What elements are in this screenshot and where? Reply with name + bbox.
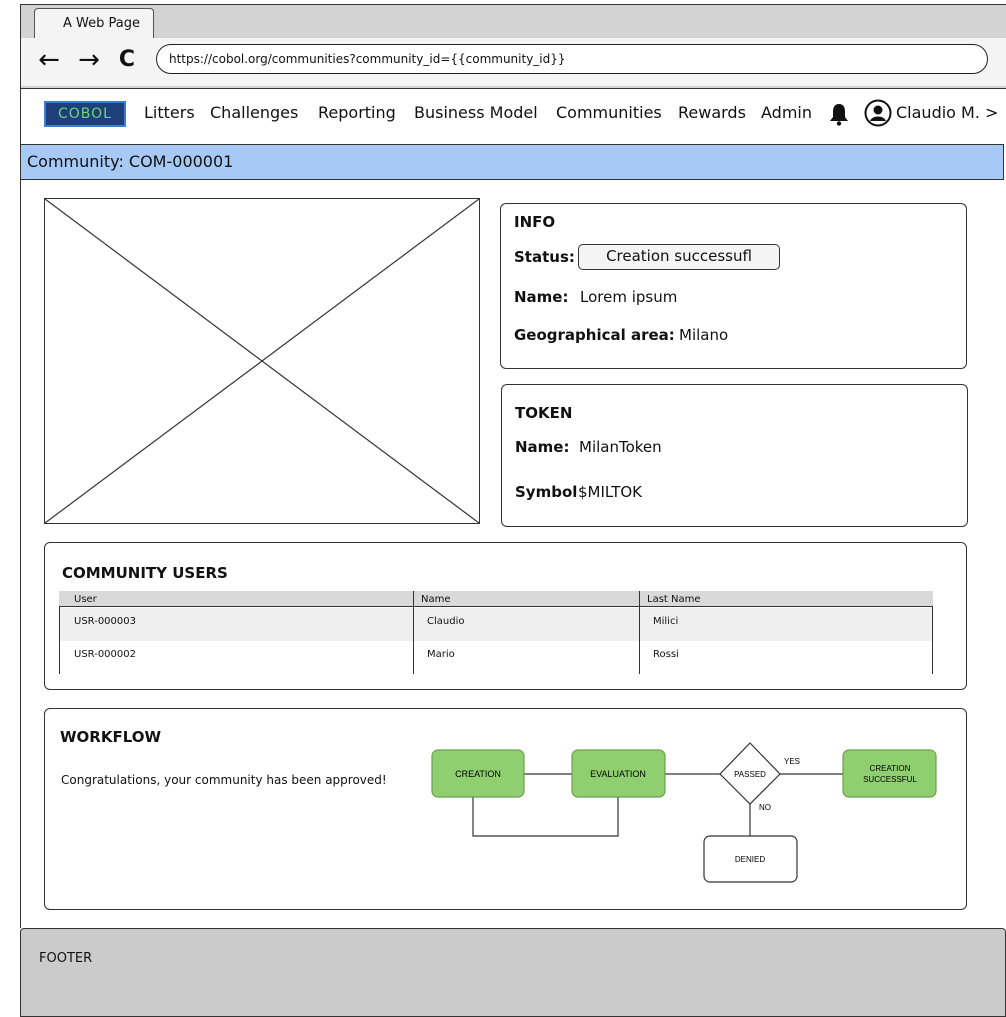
cell-user: USR-000002 xyxy=(74,649,136,660)
nav-communities[interactable]: Communities xyxy=(556,103,662,122)
url-field[interactable]: https://cobol.org/communities?community_… xyxy=(156,44,988,74)
column-divider xyxy=(639,591,640,674)
column-header-name[interactable]: Name xyxy=(421,594,451,605)
cell-user: USR-000003 xyxy=(74,616,136,627)
cell-name: Mario xyxy=(427,649,455,660)
node-evaluation-label: EVALUATION xyxy=(590,769,646,779)
reload-button[interactable]: C xyxy=(114,46,140,76)
node-passed-label: PASSED xyxy=(734,770,766,779)
nav-challenges[interactable]: Challenges xyxy=(210,103,298,122)
back-button[interactable]: ← xyxy=(36,46,62,76)
column-divider xyxy=(413,591,414,674)
info-panel xyxy=(500,203,967,369)
browser-tab[interactable]: A Web Page xyxy=(34,8,154,38)
node-denied-label: DENIED xyxy=(735,855,765,864)
community-image-placeholder xyxy=(44,198,480,524)
area-label: Geographical area: xyxy=(514,326,675,344)
token-name-label: Name: xyxy=(515,438,570,456)
footer: FOOTER xyxy=(20,928,1006,1017)
node-success-label-1: CREATION xyxy=(870,764,911,773)
users-table-header xyxy=(59,591,933,607)
name-label: Name: xyxy=(514,288,569,306)
forward-button[interactable]: → xyxy=(76,46,102,76)
info-heading: INFO xyxy=(514,213,556,231)
table-row[interactable]: USR-000002 Mario Rossi xyxy=(60,641,932,674)
workflow-heading: WORKFLOW xyxy=(60,728,162,746)
area-value: Milano xyxy=(679,326,729,344)
column-header-user[interactable]: User xyxy=(74,594,97,605)
yes-label: YES xyxy=(784,757,800,766)
connector-loop xyxy=(472,797,619,837)
cell-last-name: Rossi xyxy=(653,649,679,660)
nav-admin[interactable]: Admin xyxy=(761,103,812,122)
token-symbol-value: $MILTOK xyxy=(578,483,643,501)
nav-business-model[interactable]: Business Model xyxy=(414,103,538,122)
workflow-diagram: CREATION EVALUATION PASSED YES NO CREATI… xyxy=(431,742,937,883)
avatar-icon[interactable] xyxy=(864,99,892,127)
user-menu[interactable]: Claudio M. > xyxy=(896,103,998,122)
cell-name: Claudio xyxy=(427,616,465,627)
node-creation-label: CREATION xyxy=(455,769,501,779)
column-header-last-name[interactable]: Last Name xyxy=(647,594,701,605)
no-label: NO xyxy=(759,803,771,812)
status-label: Status: xyxy=(514,248,575,266)
nav-reporting[interactable]: Reporting xyxy=(318,103,396,122)
table-row[interactable]: USR-000003 Claudio Milici xyxy=(60,608,932,641)
cell-last-name: Milici xyxy=(653,616,679,627)
node-creation-successful xyxy=(842,749,937,798)
cobol-logo[interactable]: COBOL xyxy=(44,101,126,127)
name-value: Lorem ipsum xyxy=(580,288,678,306)
nav-litters[interactable]: Litters xyxy=(144,103,195,122)
token-heading: TOKEN xyxy=(515,404,573,422)
page-title: Community: COM-000001 xyxy=(20,144,1004,180)
bell-icon[interactable] xyxy=(828,102,850,126)
community-users-heading: COMMUNITY USERS xyxy=(62,564,228,582)
workflow-message: Congratulations, your community has been… xyxy=(61,773,387,787)
token-symbol-label: Symbol xyxy=(515,483,578,501)
status-badge: Creation successufl xyxy=(578,244,780,270)
token-name-value: MilanToken xyxy=(579,438,662,456)
nav-rewards[interactable]: Rewards xyxy=(678,103,746,122)
node-success-label-2: SUCCESSFUL xyxy=(863,775,917,784)
